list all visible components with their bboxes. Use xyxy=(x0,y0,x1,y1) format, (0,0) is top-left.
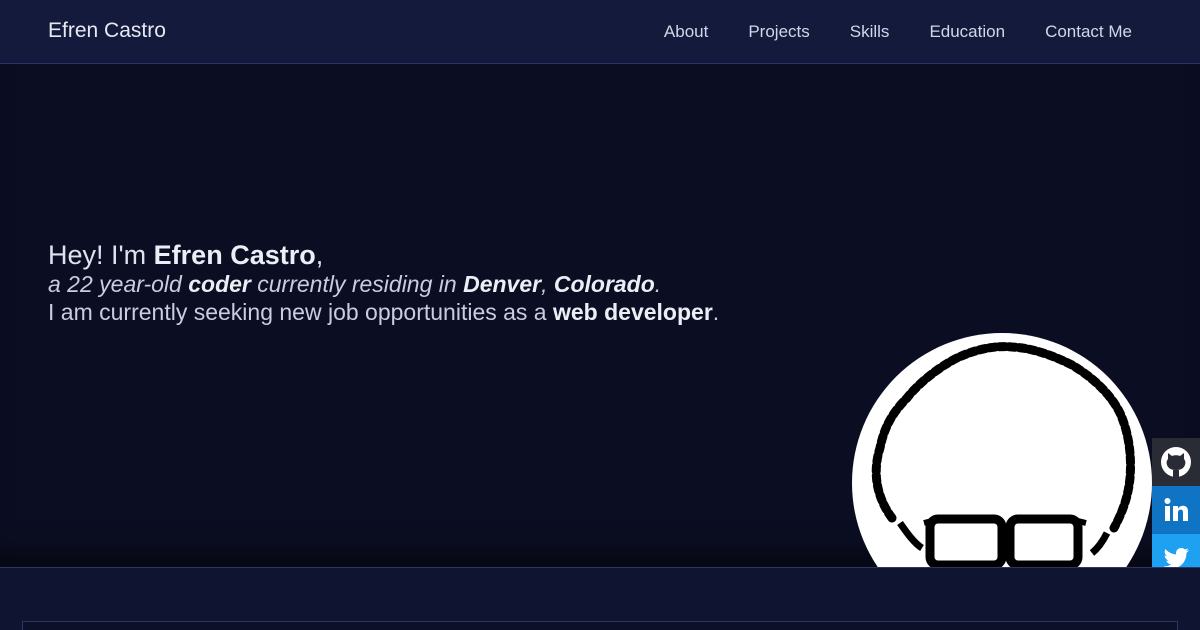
greeting-suffix: , xyxy=(315,240,324,270)
bio-part: , xyxy=(541,271,554,297)
social-links xyxy=(1152,438,1200,567)
hero-section: Hey! I'm Efren Castro, a 22 year-old cod… xyxy=(0,64,1200,567)
nav-link-skills[interactable]: Skills xyxy=(850,22,890,42)
nav-link-contact[interactable]: Contact Me xyxy=(1045,22,1132,42)
nav-link-education[interactable]: Education xyxy=(929,22,1005,42)
brand-link[interactable]: Efren Castro xyxy=(48,19,166,43)
navbar: Efren Castro About Projects Skills Educa… xyxy=(0,0,1200,64)
linkedin-icon xyxy=(1164,498,1188,521)
greeting-line: Hey! I'm Efren Castro, xyxy=(48,240,719,270)
greeting-name: Efren Castro xyxy=(153,240,316,270)
job-line: I am currently seeking new job opportuni… xyxy=(48,298,719,326)
bio-part: currently residing in xyxy=(250,271,464,297)
job-role: web developer xyxy=(553,299,713,325)
job-part: I am currently seeking new job opportuni… xyxy=(48,299,553,325)
nav-links: About Projects Skills Education Contact … xyxy=(664,22,1132,42)
next-section xyxy=(0,567,1200,630)
linkedin-link[interactable] xyxy=(1152,486,1200,534)
greeting-prefix: Hey! I'm xyxy=(48,240,154,270)
nav-link-projects[interactable]: Projects xyxy=(748,22,809,42)
nav-link-about[interactable]: About xyxy=(664,22,708,42)
bio-part: a 22 year-old xyxy=(48,271,189,297)
github-link[interactable] xyxy=(1152,438,1200,486)
twitter-link[interactable] xyxy=(1152,534,1200,567)
job-part: . xyxy=(712,299,720,325)
bio-coder: coder xyxy=(188,271,251,297)
bio-part: . xyxy=(654,271,662,297)
bio-line: a 22 year-old coder currently residing i… xyxy=(48,270,719,298)
content-panel xyxy=(22,621,1178,630)
github-icon xyxy=(1161,447,1191,477)
twitter-icon xyxy=(1163,548,1189,567)
intro-text: Hey! I'm Efren Castro, a 22 year-old cod… xyxy=(48,240,719,326)
avatar-illustration xyxy=(871,342,1135,567)
bio-city: Denver xyxy=(463,271,542,297)
avatar xyxy=(852,333,1152,567)
bio-state: Colorado xyxy=(553,271,655,297)
